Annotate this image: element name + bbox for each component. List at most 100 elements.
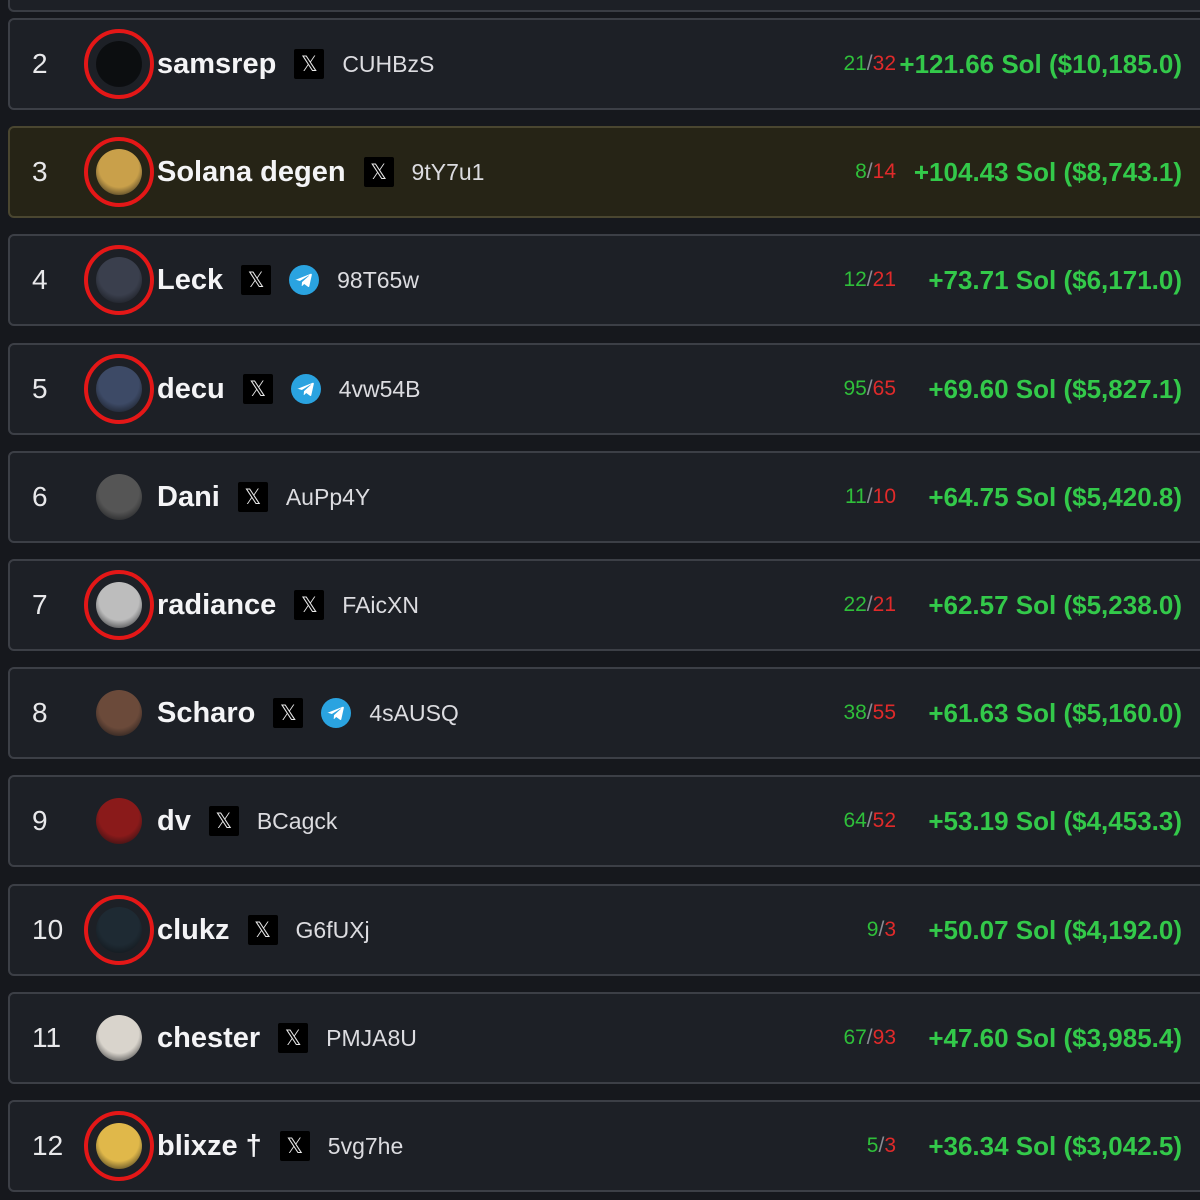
win-loss-count: 22/21 xyxy=(843,561,896,649)
avatar[interactable] xyxy=(96,474,142,520)
wins-count: 8 xyxy=(855,160,867,183)
wallet-address[interactable]: 5vg7he xyxy=(328,1133,403,1160)
username[interactable]: Dani xyxy=(157,481,220,514)
losses-count: 32 xyxy=(872,52,896,75)
rank-number: 12 xyxy=(32,1130,64,1161)
wins-count: 64 xyxy=(843,809,867,832)
telegram-icon[interactable] xyxy=(289,265,320,295)
wallet-address[interactable]: CUHBzS xyxy=(342,51,434,78)
leaderboard-row[interactable]: 10 clukz 𝕏 G6fUXj 9/3 +50.07 Sol ($4,192.0) xyxy=(8,884,1200,976)
win-loss-count: 95/65 xyxy=(843,345,896,433)
previous-row-edge xyxy=(8,0,1200,12)
x-logo-icon[interactable]: 𝕏 xyxy=(242,374,273,404)
username[interactable]: blixze † xyxy=(157,1130,262,1163)
leaderboard-row[interactable]: 8 Scharo 𝕏 4sAUSQ 38/55 +61.63 Sol ($5,160.0) xyxy=(8,667,1200,759)
rank-number: 4 xyxy=(32,264,48,295)
username[interactable]: radiance xyxy=(157,589,276,622)
profit-value: +121.66 Sol ($10,185.0) xyxy=(899,49,1182,79)
win-loss-count: 11/10 xyxy=(845,453,896,541)
wins-count: 67 xyxy=(843,1026,867,1049)
rank-number: 2 xyxy=(32,48,48,79)
wins-count: 9 xyxy=(866,918,879,941)
wallet-address[interactable]: 9tY7u1 xyxy=(412,159,485,186)
profit-value: +69.60 Sol ($5,827.1) xyxy=(928,374,1182,404)
rank-number: 8 xyxy=(32,697,48,728)
profit-value: +62.57 Sol ($5,238.0) xyxy=(928,590,1182,620)
win-loss-count: 67/93 xyxy=(843,994,896,1082)
win-loss-count: 9/3 xyxy=(867,886,896,974)
wallet-address[interactable]: BCagck xyxy=(257,808,338,835)
x-logo-icon[interactable]: 𝕏 xyxy=(294,49,325,79)
leaderboard: 2 samsrep 𝕏 CUHBzS 21/32 +121.66 Sol ($10,185… xyxy=(0,0,1200,1200)
x-logo-icon[interactable]: 𝕏 xyxy=(241,265,272,295)
username[interactable]: dv xyxy=(157,805,191,838)
leaderboard-row[interactable]: 12 blixze † 𝕏 5vg7he 5/3 +36.34 Sol ($3,042.5… xyxy=(8,1100,1200,1192)
rank-number: 11 xyxy=(32,1022,62,1053)
x-logo-icon[interactable]: 𝕏 xyxy=(237,482,268,512)
losses-count: 52 xyxy=(872,809,896,832)
wins-count: 95 xyxy=(843,377,867,400)
wallet-address[interactable]: FAicXN xyxy=(342,592,419,619)
wallet-address[interactable]: PMJA8U xyxy=(326,1025,417,1052)
win-loss-count: 21/32 xyxy=(843,20,896,108)
x-logo-icon[interactable]: 𝕏 xyxy=(247,915,278,945)
telegram-icon[interactable] xyxy=(290,374,321,404)
losses-count: 21 xyxy=(872,268,896,291)
win-loss-count: 12/21 xyxy=(843,236,896,324)
username[interactable]: samsrep xyxy=(157,48,276,81)
leaderboard-row[interactable]: 11 chester 𝕏 PMJA8U 67/93 +47.60 Sol ($3,985.… xyxy=(8,992,1200,1084)
telegram-icon[interactable] xyxy=(321,698,352,728)
leaderboard-row[interactable]: 5 decu 𝕏 4vw54B 95/65 +69.60 Sol ($5,827.1) xyxy=(8,343,1200,435)
username[interactable]: decu xyxy=(157,373,225,406)
profit-value: +47.60 Sol ($3,985.4) xyxy=(928,1023,1182,1053)
rank-number: 9 xyxy=(32,805,48,836)
wins-count: 11 xyxy=(844,485,867,508)
leaderboard-row[interactable]: 3 Solana degen 𝕏 9tY7u1 8/14 +104.43 Sol ($8,… xyxy=(8,126,1200,218)
highlight-circle xyxy=(84,354,154,424)
x-logo-icon[interactable]: 𝕏 xyxy=(363,157,394,187)
losses-count: 65 xyxy=(872,377,896,400)
wallet-address[interactable]: AuPp4Y xyxy=(286,484,370,511)
profit-value: +104.43 Sol ($8,743.1) xyxy=(913,157,1182,187)
win-loss-count: 5/3 xyxy=(867,1102,896,1190)
highlight-circle xyxy=(84,1111,154,1181)
wallet-address[interactable]: 98T65w xyxy=(337,267,419,294)
wins-count: 38 xyxy=(843,701,867,724)
wins-count: 12 xyxy=(843,268,867,291)
win-loss-count: 38/55 xyxy=(843,669,896,757)
profit-value: +50.07 Sol ($4,192.0) xyxy=(928,915,1182,945)
wallet-address[interactable]: 4sAUSQ xyxy=(369,700,458,727)
avatar[interactable] xyxy=(96,690,142,736)
losses-count: 14 xyxy=(872,160,896,183)
username[interactable]: chester xyxy=(157,1022,260,1055)
avatar[interactable] xyxy=(96,1015,142,1061)
username[interactable]: Solana degen xyxy=(157,156,346,189)
rank-number: 10 xyxy=(32,914,64,945)
leaderboard-row[interactable]: 7 radiance 𝕏 FAicXN 22/21 +62.57 Sol ($5,238.… xyxy=(8,559,1200,651)
leaderboard-row[interactable]: 9 dv 𝕏 BCagck 64/52 +53.19 Sol ($4,453.3) xyxy=(8,775,1200,867)
rank-number: 3 xyxy=(32,156,48,187)
avatar[interactable] xyxy=(96,798,142,844)
x-logo-icon[interactable]: 𝕏 xyxy=(273,698,304,728)
wallet-address[interactable]: 4vw54B xyxy=(339,376,421,403)
leaderboard-row[interactable]: 2 samsrep 𝕏 CUHBzS 21/32 +121.66 Sol ($10,185… xyxy=(8,18,1200,110)
leaderboard-row[interactable]: 6 Dani 𝕏 AuPp4Y 11/10 +64.75 Sol ($5,420.8) xyxy=(8,451,1200,543)
leaderboard-row[interactable]: 4 Leck 𝕏 98T65w 12/21 +73.71 Sol ($6,171.0) xyxy=(8,234,1200,326)
username[interactable]: clukz xyxy=(157,914,230,947)
highlight-circle xyxy=(84,137,154,207)
profit-value: +61.63 Sol ($5,160.0) xyxy=(928,698,1182,728)
highlight-circle xyxy=(84,245,154,315)
username[interactable]: Scharo xyxy=(157,697,255,730)
losses-count: 93 xyxy=(872,1026,896,1049)
rank-number: 7 xyxy=(32,589,48,620)
x-logo-icon[interactable]: 𝕏 xyxy=(278,1023,309,1053)
wallet-address[interactable]: G6fUXj xyxy=(296,917,370,944)
x-logo-icon[interactable]: 𝕏 xyxy=(294,590,325,620)
highlight-circle xyxy=(84,570,154,640)
username[interactable]: Leck xyxy=(157,264,223,297)
losses-count: 21 xyxy=(872,593,896,616)
wins-count: 22 xyxy=(843,593,867,616)
x-logo-icon[interactable]: 𝕏 xyxy=(279,1131,310,1161)
highlight-circle xyxy=(84,895,154,965)
x-logo-icon[interactable]: 𝕏 xyxy=(208,806,239,836)
